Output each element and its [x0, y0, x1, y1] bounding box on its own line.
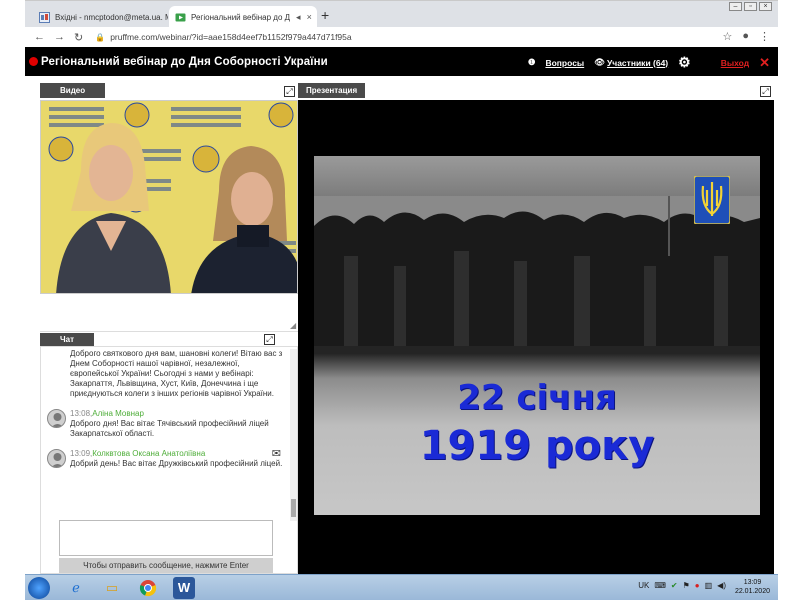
video-resize-handle[interactable]: ◢: [290, 321, 296, 330]
video-tab-label: Видео: [60, 86, 86, 95]
window-controls: – ▫ ×: [729, 2, 772, 11]
chrome-icon[interactable]: [133, 577, 163, 599]
send-hint-bar[interactable]: Чтобы отправить сообщение, нажмите Enter: [59, 558, 273, 573]
webinar-title: Регіональний вебінар до Дня Соборності У…: [41, 55, 328, 68]
tab-webinar-label: Регіональний вебінар до Д: [191, 12, 291, 22]
video-feed: [40, 100, 298, 294]
eye-icon: 👁: [594, 57, 605, 67]
webinar-workspace: Видео ⤢ ◢ Презентация ⤢ 22 січня 1919 ро…: [25, 76, 778, 574]
profile-icon[interactable]: ●: [742, 30, 749, 43]
bookmark-star-icon[interactable]: ☆: [722, 30, 732, 43]
questions-link[interactable]: Вопросы: [545, 58, 584, 68]
chat-tab-label: Чат: [40, 333, 94, 346]
recording-indicator-icon: [29, 57, 38, 66]
trident-emblem-icon: [694, 176, 730, 224]
restore-icon[interactable]: ▫: [744, 2, 757, 11]
chat-scroll-thumb[interactable]: [291, 499, 296, 517]
chat-expand-icon[interactable]: ⤢: [264, 334, 275, 345]
alert-icon[interactable]: ●: [695, 581, 700, 590]
chat-scrollbar[interactable]: [290, 349, 297, 521]
slide-year-line: 1919 року: [419, 423, 655, 469]
lock-icon[interactable]: 🔒: [95, 33, 105, 42]
video-frame-image: [41, 101, 297, 293]
close-window-icon[interactable]: ×: [759, 2, 772, 11]
avatar: [47, 449, 66, 468]
tab-inbox[interactable]: Вхідні - nmcptodon@meta.ua. M ×: [33, 6, 168, 28]
system-tray: UK ⌨ ✔ ⚑ ● ▥ ◀): [638, 581, 726, 590]
keyboard-icon[interactable]: ⌨: [654, 581, 666, 590]
clock-time: 13:09: [743, 579, 762, 586]
address-bar: ← → ↻ 🔒 pruffme.com/webinar/?id=aae158d4…: [25, 27, 778, 47]
chat-panel: Доброго святкового дня вам, шановні коле…: [40, 346, 298, 574]
browser-tab-bar: Вхідні - nmcptodon@meta.ua. M × Регіонал…: [25, 0, 778, 28]
close-tab-icon[interactable]: ×: [307, 12, 312, 22]
presentation-viewer: 22 січня 1919 року: [298, 100, 774, 574]
message-time: 13:08,: [70, 409, 93, 418]
tab-video[interactable]: Видео: [40, 83, 106, 98]
address-bar-actions: ☆ ● ⋮: [722, 30, 770, 43]
reload-icon[interactable]: ↻: [74, 31, 83, 44]
exit-link[interactable]: Выход: [721, 58, 749, 68]
speaker-icon[interactable]: ◂: [296, 12, 301, 23]
message-text: Добрий день! Вас вітає Дружківський проф…: [70, 459, 283, 468]
flag-icon[interactable]: ⚑: [683, 581, 690, 590]
presentation-expand-icon[interactable]: ⤢: [760, 86, 771, 97]
back-icon[interactable]: ←: [34, 31, 45, 43]
tab-inbox-label: Вхідні - nmcptodon@meta.ua. M: [55, 12, 168, 22]
minimize-icon[interactable]: –: [729, 2, 742, 11]
url-text[interactable]: pruffme.com/webinar/?id=aae158d4eef7b115…: [110, 32, 351, 42]
presentation-slide: 22 січня 1919 року: [314, 156, 760, 515]
avatar: [47, 409, 66, 428]
message-text: Доброго дня! Вас вітає Тячівський профес…: [70, 419, 269, 438]
forward-icon[interactable]: →: [54, 31, 65, 43]
gear-icon[interactable]: ⚙: [678, 54, 691, 71]
menu-kebab-icon[interactable]: ⋮: [759, 30, 770, 43]
new-tab-button[interactable]: +: [321, 7, 329, 23]
security-check-icon[interactable]: ✔: [671, 581, 678, 590]
questions-icon: ❶: [527, 57, 536, 67]
chat-message: ✉ 13:09,Колквтова Оксана Анатоліївна Доб…: [41, 449, 289, 469]
tab-chat[interactable]: Чат: [40, 331, 298, 347]
chat-message-input[interactable]: [59, 520, 273, 556]
close-icon[interactable]: ✕: [759, 55, 770, 71]
chat-messages[interactable]: Доброго святкового дня вам, шановні коле…: [41, 349, 289, 521]
file-manager-icon[interactable]: ▭: [97, 577, 127, 599]
language-indicator[interactable]: UK: [638, 581, 649, 590]
header-actions: ❶ Вопросы 👁 Участники (64) ⚙ Выход ✕: [528, 54, 770, 71]
tab-webinar[interactable]: Регіональний вебінар до Д ◂ ×: [169, 6, 317, 28]
mail-tab-icon: [39, 11, 50, 23]
webinar-header: Регіональний вебінар до Дня Соборності У…: [25, 47, 778, 76]
chat-message: 13:08,Аліна Мовнар Доброго дня! Вас віта…: [41, 409, 289, 439]
taskbar-clock[interactable]: 13:09 22.01.2020: [735, 578, 770, 596]
message-time: 13:09,: [70, 449, 93, 458]
word-icon[interactable]: W: [173, 577, 195, 599]
start-button[interactable]: [28, 577, 50, 599]
tab-presentation[interactable]: Презентация: [298, 83, 366, 98]
network-icon[interactable]: ▥: [705, 581, 713, 590]
video-expand-icon[interactable]: ⤢: [284, 86, 295, 97]
internet-explorer-icon[interactable]: ℯ: [61, 577, 91, 599]
volume-icon[interactable]: ◀): [717, 581, 726, 590]
chat-intro-message: Доброго святкового дня вам, шановні коле…: [70, 349, 283, 398]
os-taskbar: ℯ ▭ W UK ⌨ ✔ ⚑ ● ▥ ◀) 13:09 22.01.2020: [25, 574, 778, 600]
webinar-tab-icon: [175, 13, 186, 21]
slide-date-line: 22 січня: [457, 378, 617, 418]
message-author[interactable]: Колквтова Оксана Анатоліївна: [92, 449, 205, 458]
clock-date: 22.01.2020: [734, 588, 770, 595]
presentation-tab-label: Презентация: [306, 86, 358, 95]
participants-link[interactable]: Участники (64): [607, 58, 668, 68]
url-field[interactable]: 🔒 pruffme.com/webinar/?id=aae158d4eef7b1…: [95, 32, 351, 42]
envelope-icon[interactable]: ✉: [272, 449, 281, 460]
message-author[interactable]: Аліна Мовнар: [92, 409, 144, 418]
